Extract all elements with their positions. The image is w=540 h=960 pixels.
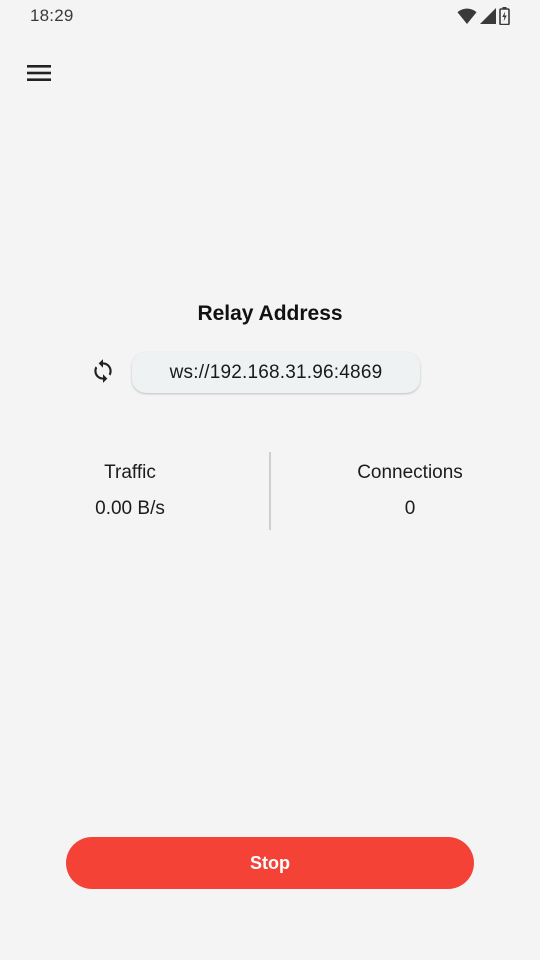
cellular-signal-icon — [480, 8, 496, 24]
status-bar: 18:29 — [0, 0, 540, 32]
battery-charging-icon — [499, 7, 510, 25]
stats-divider — [269, 452, 271, 530]
traffic-label: Traffic — [104, 462, 156, 483]
stats-panel: Traffic 0.00 B/s Connections 0 — [0, 452, 540, 530]
connections-value: 0 — [404, 498, 416, 519]
traffic-value: 0.00 B/s — [95, 498, 165, 519]
connections-label: Connections — [357, 462, 463, 483]
wifi-icon — [457, 8, 477, 25]
traffic-stat: Traffic 0.00 B/s — [30, 452, 230, 520]
connections-stat: Connections 0 — [310, 452, 510, 520]
menu-icon — [26, 63, 52, 88]
status-icons — [457, 6, 510, 26]
relay-address-field[interactable]: ws://192.168.31.96:4869 — [132, 352, 420, 393]
refresh-button[interactable] — [86, 356, 120, 390]
menu-button[interactable] — [20, 56, 58, 94]
status-time: 18:29 — [30, 6, 74, 25]
stop-button[interactable]: Stop — [66, 837, 474, 889]
refresh-icon — [90, 358, 116, 389]
relay-address-title: Relay Address — [197, 302, 343, 325]
